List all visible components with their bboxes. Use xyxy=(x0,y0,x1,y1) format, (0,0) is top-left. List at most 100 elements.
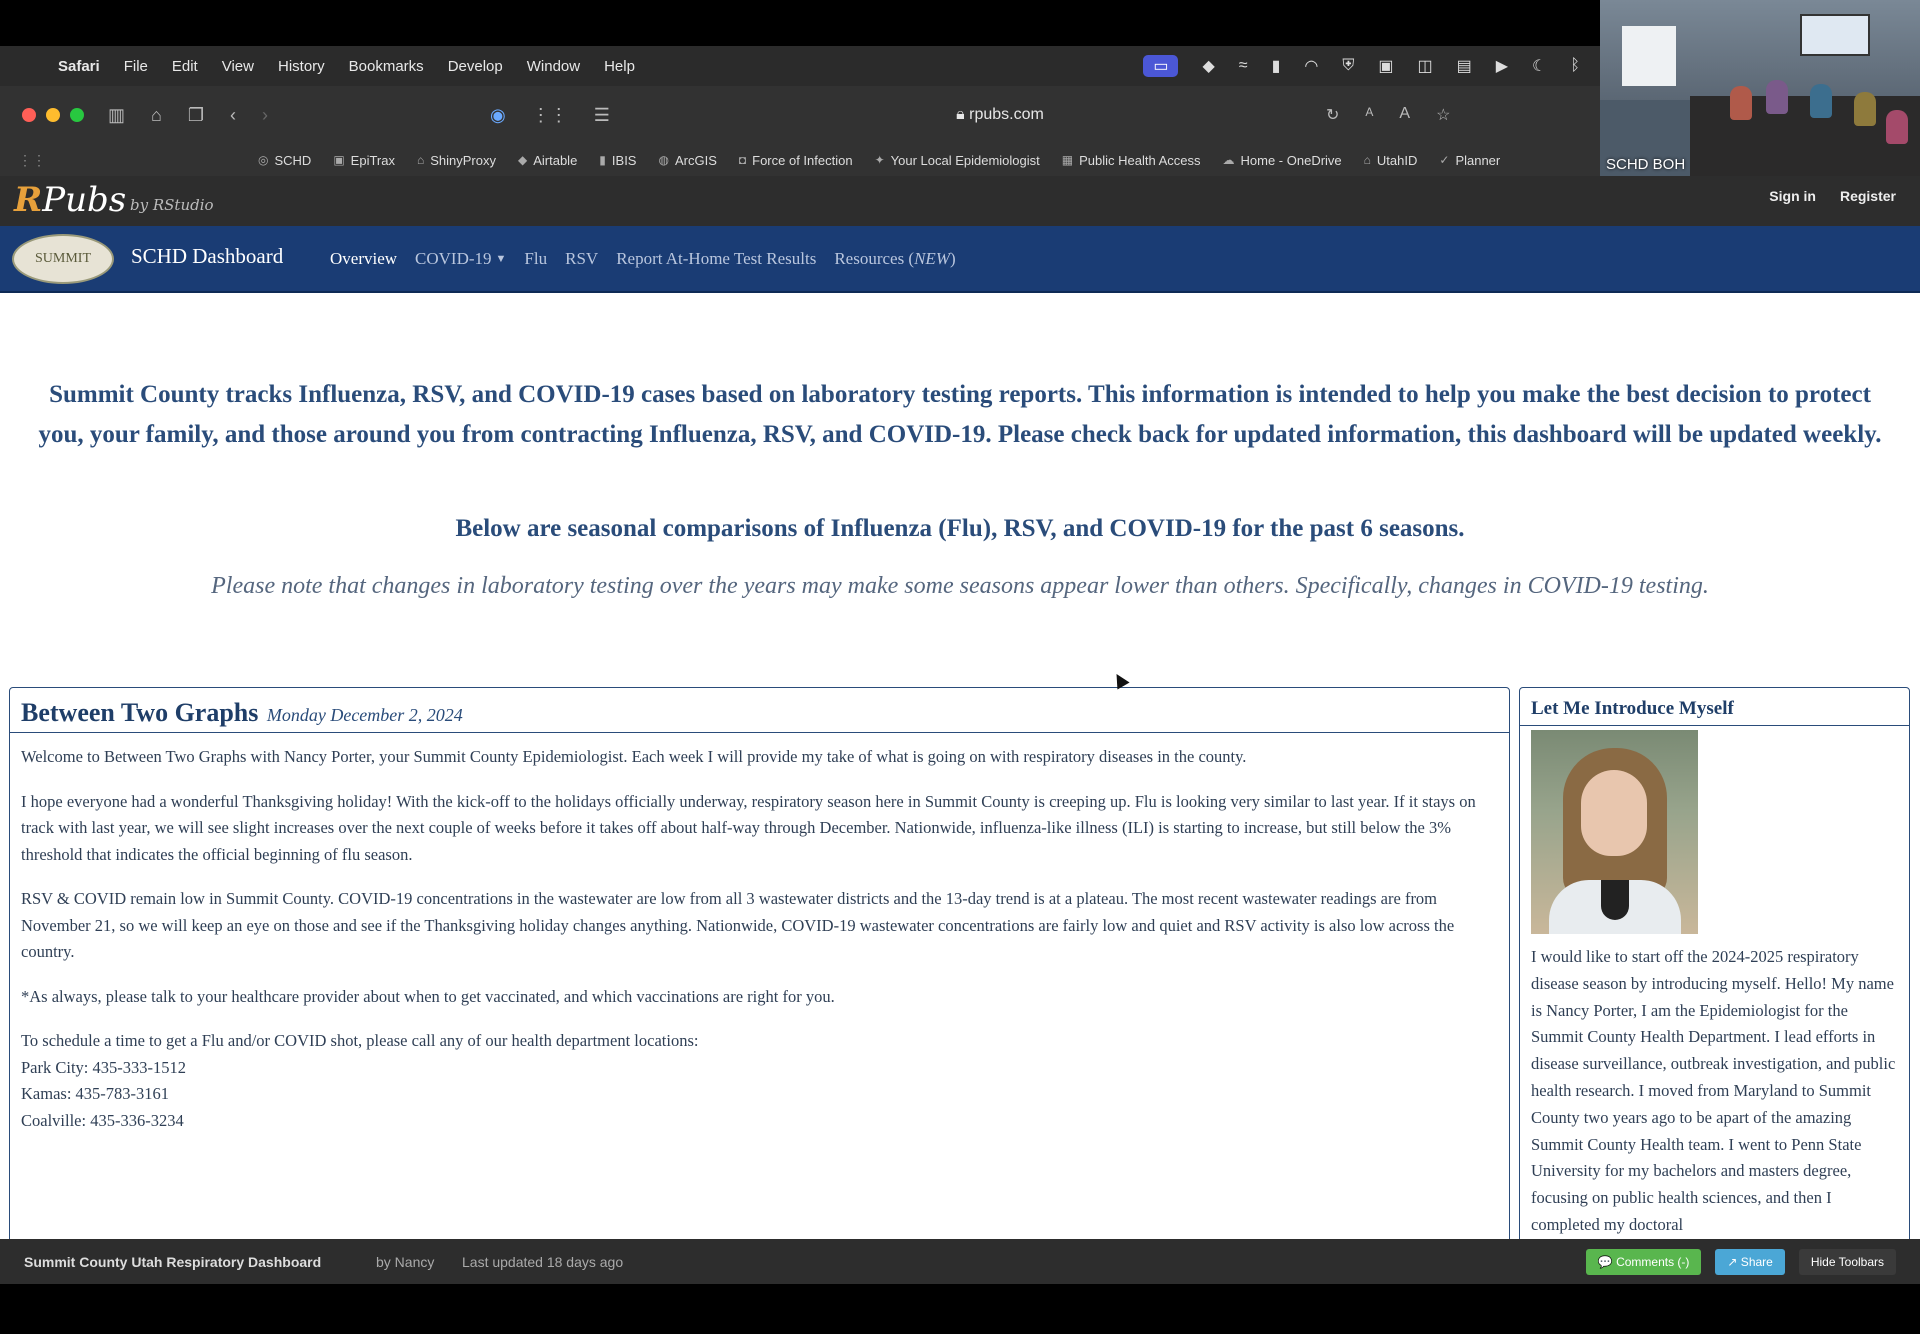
tabs-overview-icon[interactable]: ❐ xyxy=(188,105,204,126)
bookmark-icon: ◆ xyxy=(517,153,528,167)
menu-app-name[interactable]: Safari xyxy=(58,58,100,75)
bookmark-onedrive[interactable]: ☁ Home - OneDrive xyxy=(1223,153,1342,168)
seasonal-comparison-heading: Below are seasonal comparisons of Influe… xyxy=(455,515,1465,542)
back-icon[interactable]: ‹ xyxy=(230,105,236,126)
document-author: by Nancy xyxy=(376,1253,435,1270)
display-icon[interactable]: ◫ xyxy=(1417,56,1432,76)
grid-icon[interactable]: ⋮⋮ xyxy=(532,105,568,126)
blog-paragraph: RSV & COVID remain low in Summit County.… xyxy=(21,889,1455,961)
nav-overview[interactable]: Overview xyxy=(330,249,397,269)
bookmark-icon: ⌂ xyxy=(416,153,425,167)
bookmark-public-health-access[interactable]: ▦ Public Health Access xyxy=(1062,153,1201,168)
window-controls xyxy=(22,108,84,122)
last-updated: Last updated 18 days ago xyxy=(462,1253,624,1270)
bookmark-airtable[interactable]: ◆ Airtable xyxy=(518,153,577,168)
testing-note: Please note that changes in laboratory t… xyxy=(211,573,1709,599)
teams-icon[interactable]: ◆ xyxy=(1202,56,1214,76)
epidemiologist-photo xyxy=(1531,730,1698,934)
rpubs-footer-toolbar: Summit County Utah Respiratory Dashboard… xyxy=(0,1239,1920,1284)
bookmarks-grid-icon[interactable]: ⋮⋮ xyxy=(18,152,46,169)
rpubs-header: RPubs by RStudio Sign in Register xyxy=(0,176,1920,226)
menu-help[interactable]: Help xyxy=(604,58,635,75)
introduce-text: I would like to start off the 2024-2025 … xyxy=(1531,947,1896,1234)
forward-icon[interactable]: › xyxy=(262,105,268,126)
bookmarks-bar: ⋮⋮ ◎ SCHD ▣ EpiTrax ⌂ ShinyProxy ◆ Airtable … xyxy=(0,144,1600,176)
video-person xyxy=(1766,80,1788,114)
audio-icon[interactable]: ▮ xyxy=(1272,56,1281,76)
wifi-icon[interactable]: ◠ xyxy=(1304,56,1318,76)
bookmark-force-of-infection[interactable]: ◘ Force of Infection xyxy=(739,153,853,168)
nav-resources[interactable]: Resources (NEW) xyxy=(834,249,955,269)
bookmark-icon: ▮ xyxy=(599,153,606,167)
video-call-overlay[interactable]: SCHD BOH xyxy=(1600,0,1920,180)
minimize-window-button[interactable] xyxy=(46,108,60,122)
app-icon[interactable]: ≈ xyxy=(1239,57,1248,75)
bookmark-your-local-epidemiologist[interactable]: ✦ Your Local Epidemiologist xyxy=(875,153,1040,168)
register-link[interactable]: Register xyxy=(1840,188,1896,204)
video-person xyxy=(1854,92,1876,126)
bookmark-planner[interactable]: ✓ Planner xyxy=(1439,153,1500,168)
intro-heading: Summit County tracks Influenza, RSV, and… xyxy=(38,381,1882,448)
close-window-button[interactable] xyxy=(22,108,36,122)
reload-icon[interactable]: ↻ xyxy=(1326,105,1339,125)
dashboard-navbar: SUMMIT SCHD Dashboard Overview COVID-19 ▼… xyxy=(0,226,1920,293)
status-icons: ▭ ◆ ≈ ▮ ◠ ⛨ ▣ ◫ ▤ ▶ ☾ ᛒ xyxy=(1143,55,1580,77)
nav-covid-19[interactable]: COVID-19 ▼ xyxy=(415,249,506,269)
document-title: Summit County Utah Respiratory Dashboard xyxy=(24,1253,322,1270)
blog-card: Between Two Graphs Monday December 2, 20… xyxy=(9,687,1510,1239)
extension-icon[interactable]: ◉ xyxy=(490,105,506,126)
rpubs-logo[interactable]: RPubs xyxy=(14,180,126,220)
blog-paragraph: *As always, please talk to your healthca… xyxy=(21,986,835,1006)
address-bar[interactable]: 🔒︎ rpubs.com xyxy=(900,106,1100,124)
bookmark-ibis[interactable]: ▮ IBIS xyxy=(599,153,636,168)
bookmark-epitrax[interactable]: ▣ EpiTrax xyxy=(333,153,395,168)
screen-share-icon[interactable]: ▭ xyxy=(1143,55,1179,77)
moon-icon[interactable]: ☾ xyxy=(1532,56,1546,76)
browser-toolbar: ▥ ⌂ ❐ ‹ › ◉ ⋮⋮ ☰ 🔒︎ rpubs.com ↻ A A ☆ xyxy=(0,86,1600,144)
bookmark-arcgis[interactable]: ◍ ArcGIS xyxy=(658,153,716,168)
dashboard-brand[interactable]: SCHD Dashboard xyxy=(131,244,283,269)
menu-history[interactable]: History xyxy=(278,58,325,75)
caret-down-icon: ▼ xyxy=(495,253,507,265)
play-icon[interactable]: ▶ xyxy=(1496,56,1508,76)
bookmark-schd[interactable]: ◎ SCHD xyxy=(258,153,311,168)
bookmark-icon: ☁ xyxy=(1222,153,1235,167)
comments-button[interactable]: 💬 Comments (-) xyxy=(1585,1248,1702,1275)
hide-toolbars-button[interactable]: Hide Toolbars xyxy=(1798,1248,1896,1275)
menu-develop[interactable]: Develop xyxy=(448,58,503,75)
bookmark-icon: ✦ xyxy=(874,153,885,167)
zoom-window-button[interactable] xyxy=(70,108,84,122)
lock-icon: 🔒︎ xyxy=(956,106,965,123)
sign-in-link[interactable]: Sign in xyxy=(1769,188,1816,204)
share-button[interactable]: ↗ Share xyxy=(1715,1248,1785,1275)
star-icon[interactable]: ☆ xyxy=(1436,105,1450,125)
summit-county-seal-logo[interactable]: SUMMIT xyxy=(12,234,114,284)
bookmark-icon: ⌂ xyxy=(1363,153,1371,167)
text-smaller-icon[interactable]: A xyxy=(1365,105,1373,125)
menu-file[interactable]: File xyxy=(124,58,148,75)
camera-icon[interactable]: ▣ xyxy=(1378,56,1393,76)
nav-flu[interactable]: Flu xyxy=(524,249,547,269)
menu-edit[interactable]: Edit xyxy=(172,58,198,75)
video-whiteboard xyxy=(1622,26,1676,86)
menu-view[interactable]: View xyxy=(222,58,254,75)
nav-rsv[interactable]: RSV xyxy=(565,249,598,269)
blog-title: Between Two Graphs xyxy=(21,698,259,727)
bookmark-utahid[interactable]: ⌂ UtahID xyxy=(1364,153,1418,168)
window-icon[interactable]: ▤ xyxy=(1457,56,1472,76)
nav-report-at-home[interactable]: Report At-Home Test Results xyxy=(616,249,816,269)
blog-paragraph: Welcome to Between Two Graphs with Nancy… xyxy=(21,747,1247,766)
bluetooth-icon[interactable]: ᛒ xyxy=(1570,57,1580,75)
blog-paragraph: To schedule a time to get a Flu and/or C… xyxy=(21,1031,699,1050)
bookmark-icon: ▦ xyxy=(1061,153,1074,167)
shield-icon[interactable]: ⛨ xyxy=(1342,57,1354,75)
reader-icon[interactable]: ☰ xyxy=(594,105,610,126)
menu-window[interactable]: Window xyxy=(527,58,580,75)
home-icon[interactable]: ⌂ xyxy=(151,105,162,126)
bookmark-shinyproxy[interactable]: ⌂ ShinyProxy xyxy=(417,153,496,168)
address-url: rpubs.com xyxy=(969,106,1044,123)
video-participant-label: SCHD BOH xyxy=(1606,156,1686,173)
text-larger-icon[interactable]: A xyxy=(1399,105,1410,125)
menu-bookmarks[interactable]: Bookmarks xyxy=(349,58,424,75)
sidebar-icon[interactable]: ▥ xyxy=(108,105,125,126)
